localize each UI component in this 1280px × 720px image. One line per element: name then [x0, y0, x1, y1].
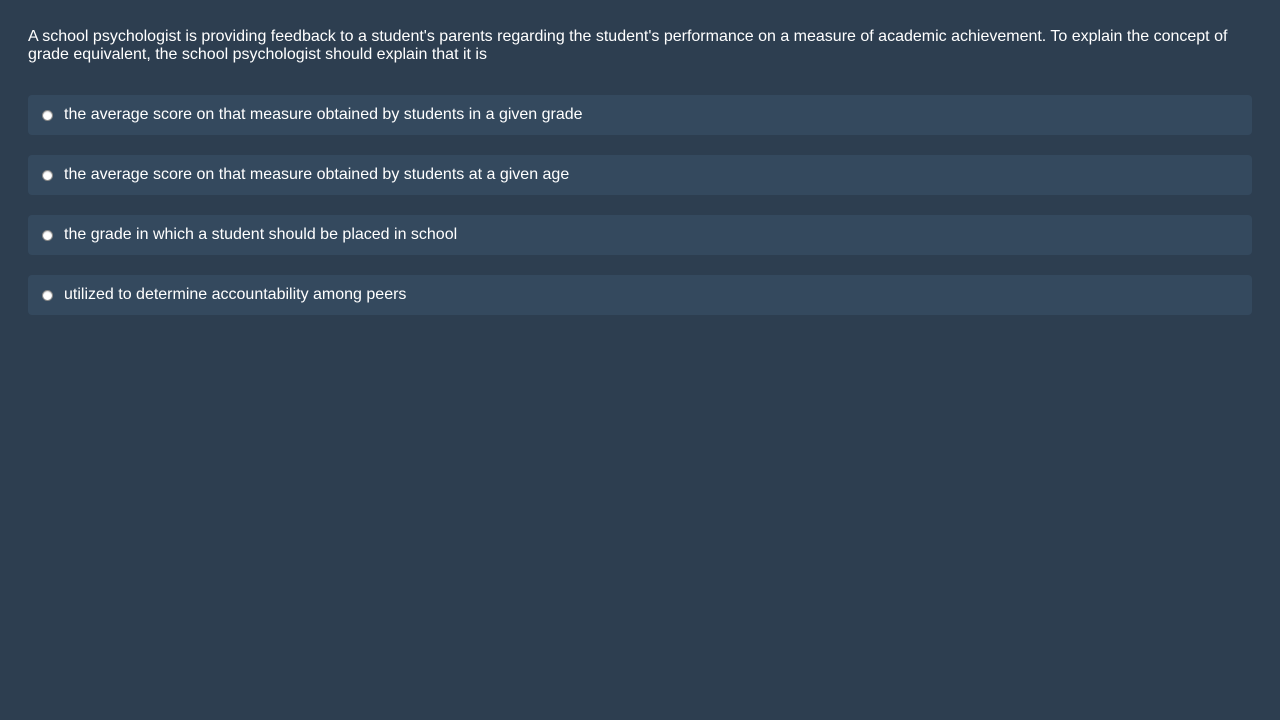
quiz-container: A school psychologist is providing feedb… — [28, 28, 1252, 335]
answer-option-label: the grade in which a student should be p… — [64, 226, 458, 243]
answer-option-label: the average score on that measure obtain… — [64, 106, 583, 123]
answer-option-1[interactable]: the average score on that measure obtain… — [28, 95, 1252, 135]
answer-option-3[interactable]: the grade in which a student should be p… — [28, 215, 1252, 255]
answer-option-4[interactable]: utilized to determine accountability amo… — [28, 275, 1252, 315]
answer-option-label: utilized to determine accountability amo… — [64, 286, 407, 303]
answer-option-label: the average score on that measure obtain… — [64, 166, 570, 183]
answer-options: the average score on that measure obtain… — [28, 95, 1252, 315]
radio-button-4[interactable] — [42, 289, 53, 301]
answer-option-2[interactable]: the average score on that measure obtain… — [28, 155, 1252, 195]
radio-button-2[interactable] — [42, 169, 53, 181]
radio-button-1[interactable] — [42, 109, 53, 121]
question-text: A school psychologist is providing feedb… — [28, 28, 1228, 63]
radio-button-3[interactable] — [42, 229, 53, 241]
